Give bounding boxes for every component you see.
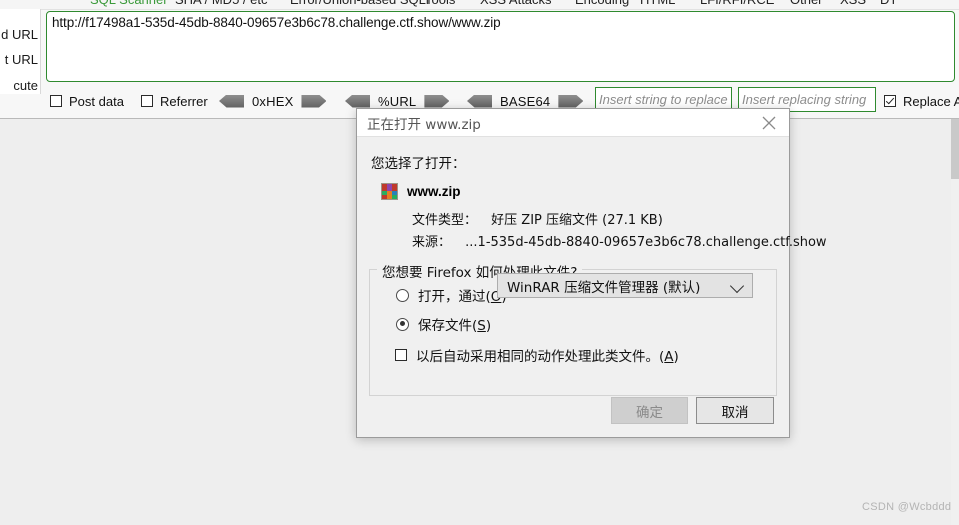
menu-item-8[interactable]: Other	[790, 0, 823, 7]
page-scrollbar[interactable]	[951, 119, 959, 525]
open-with-app-select[interactable]: WinRAR 压缩文件管理器 (默认)	[497, 273, 753, 298]
radio-open-with-label: 打开，通过(O)	[418, 285, 507, 305]
checkbox-post-data[interactable]: Post data	[50, 88, 124, 114]
hackbar-menu-row: SQL Scanner SHA / MD5 / etc Error/Union-ba…	[0, 0, 959, 10]
save-file-text: 保存文件(	[418, 318, 478, 334]
save-file-suffix: )	[485, 318, 492, 334]
hackbar-button-1[interactable]: t URL	[5, 52, 38, 67]
decode-arrow-icon-1[interactable]	[345, 94, 370, 108]
radio-open-with[interactable]: 打开，通过(O)	[396, 285, 507, 305]
remember-choice-label: 以后自动采用相同的动作处理此类文件。(A)	[416, 345, 679, 365]
decode-arrow-icon-2[interactable]	[467, 94, 492, 108]
encoder-label-2: BASE64	[500, 93, 551, 109]
checkbox-post-data-control[interactable]	[50, 95, 62, 107]
open-with-app-value: WinRAR 压缩文件管理器 (默认)	[507, 279, 701, 296]
menu-item-1[interactable]: SHA / MD5 / etc	[175, 0, 267, 7]
menu-item-2[interactable]: Error/Union-based SQLi	[290, 0, 429, 7]
menu-item-6[interactable]: HTML	[640, 0, 675, 7]
file-source-value: ...1-535d-45db-8840-09657e3b6c78.challen…	[465, 235, 827, 250]
hackbar-action-column: d URL t URL cute	[0, 9, 41, 94]
radio-save-file-label: 保存文件(S)	[418, 314, 491, 334]
menu-item-3[interactable]: Tools	[425, 0, 455, 7]
decode-arrow-icon-0[interactable]	[219, 94, 244, 108]
encoder-label-1: %URL	[378, 93, 417, 109]
remember-text: 以后自动采用相同的动作处理此类文件。(	[416, 349, 665, 365]
encoder-group-0: 0xHEX	[219, 88, 327, 114]
menu-item-10[interactable]: DT	[880, 0, 897, 7]
dialog-title-bar: 正在打开 www.zip	[357, 109, 789, 137]
ok-button[interactable]: 确定	[611, 397, 688, 424]
encoder-label-0: 0xHEX	[252, 93, 294, 109]
checkbox-referrer[interactable]: Referrer	[141, 88, 208, 114]
menu-item-7[interactable]: LFI/RFI/RCE	[700, 0, 774, 7]
checkbox-referrer-control[interactable]	[141, 95, 153, 107]
selected-file-label: 您选择了打开：	[371, 156, 466, 172]
chevron-down-icon	[729, 278, 745, 294]
file-row: www.zip	[381, 183, 461, 200]
encode-arrow-icon-0[interactable]	[301, 94, 327, 108]
file-type-row: 文件类型： 好压 ZIP 压缩文件 (27.1 KB)	[412, 209, 663, 228]
menu-item-0[interactable]: SQL Scanner	[90, 0, 168, 7]
remember-suffix: )	[673, 349, 679, 365]
checkbox-replace-all[interactable]: Replace A	[884, 88, 959, 114]
open-with-text: 打开，通过(	[418, 289, 491, 305]
menu-item-4[interactable]: XSS Attacks	[480, 0, 552, 7]
checkbox-replace-all-control[interactable]	[884, 95, 896, 107]
file-type-key: 文件类型：	[412, 213, 478, 228]
file-source-key: 来源：	[412, 235, 452, 250]
close-icon[interactable]	[749, 109, 789, 136]
checkbox-referrer-label: Referrer	[160, 93, 208, 109]
remember-accel: A	[664, 349, 674, 365]
file-name: www.zip	[407, 184, 461, 199]
hackbar-toolbar: SQL Scanner SHA / MD5 / etc Error/Union-ba…	[0, 0, 959, 119]
scrollbar-thumb[interactable]	[951, 119, 959, 179]
string-to-replace-placeholder: Insert string to replace	[599, 92, 728, 107]
menu-item-5[interactable]: Encoding	[575, 0, 629, 7]
file-source-row: 来源： ...1-535d-45db-8840-09657e3b6c78.cha…	[412, 231, 827, 250]
url-input[interactable]: http://f17498a1-535d-45db-8840-09657e3b6…	[46, 11, 955, 82]
replacing-string-placeholder: Insert replacing string	[742, 92, 867, 107]
hackbar-button-0[interactable]: d URL	[1, 27, 38, 42]
file-type-value: 好压 ZIP 压缩文件 (27.1 KB)	[491, 213, 663, 228]
cancel-button[interactable]: 取消	[696, 397, 774, 424]
watermark: CSDN @Wcbddd	[862, 501, 952, 513]
radio-open-with-control[interactable]	[396, 288, 409, 302]
remember-choice-checkbox[interactable]: 以后自动采用相同的动作处理此类文件。(A)	[395, 345, 679, 365]
winrar-archive-icon	[381, 183, 398, 200]
menu-item-9[interactable]: XSS	[840, 0, 866, 7]
checkbox-replace-all-label: Replace A	[903, 93, 959, 109]
checkbox-post-data-label: Post data	[69, 93, 124, 109]
save-file-accel: S	[477, 318, 486, 334]
encode-arrow-icon-2[interactable]	[558, 94, 584, 108]
encode-arrow-icon-1[interactable]	[424, 94, 450, 108]
url-input-value: http://f17498a1-535d-45db-8840-09657e3b6…	[52, 15, 501, 30]
radio-save-file-control[interactable]	[396, 317, 409, 331]
remember-choice-control[interactable]	[395, 349, 407, 361]
dialog-title: 正在打开 www.zip	[367, 116, 481, 133]
radio-save-file[interactable]: 保存文件(S)	[396, 314, 491, 334]
